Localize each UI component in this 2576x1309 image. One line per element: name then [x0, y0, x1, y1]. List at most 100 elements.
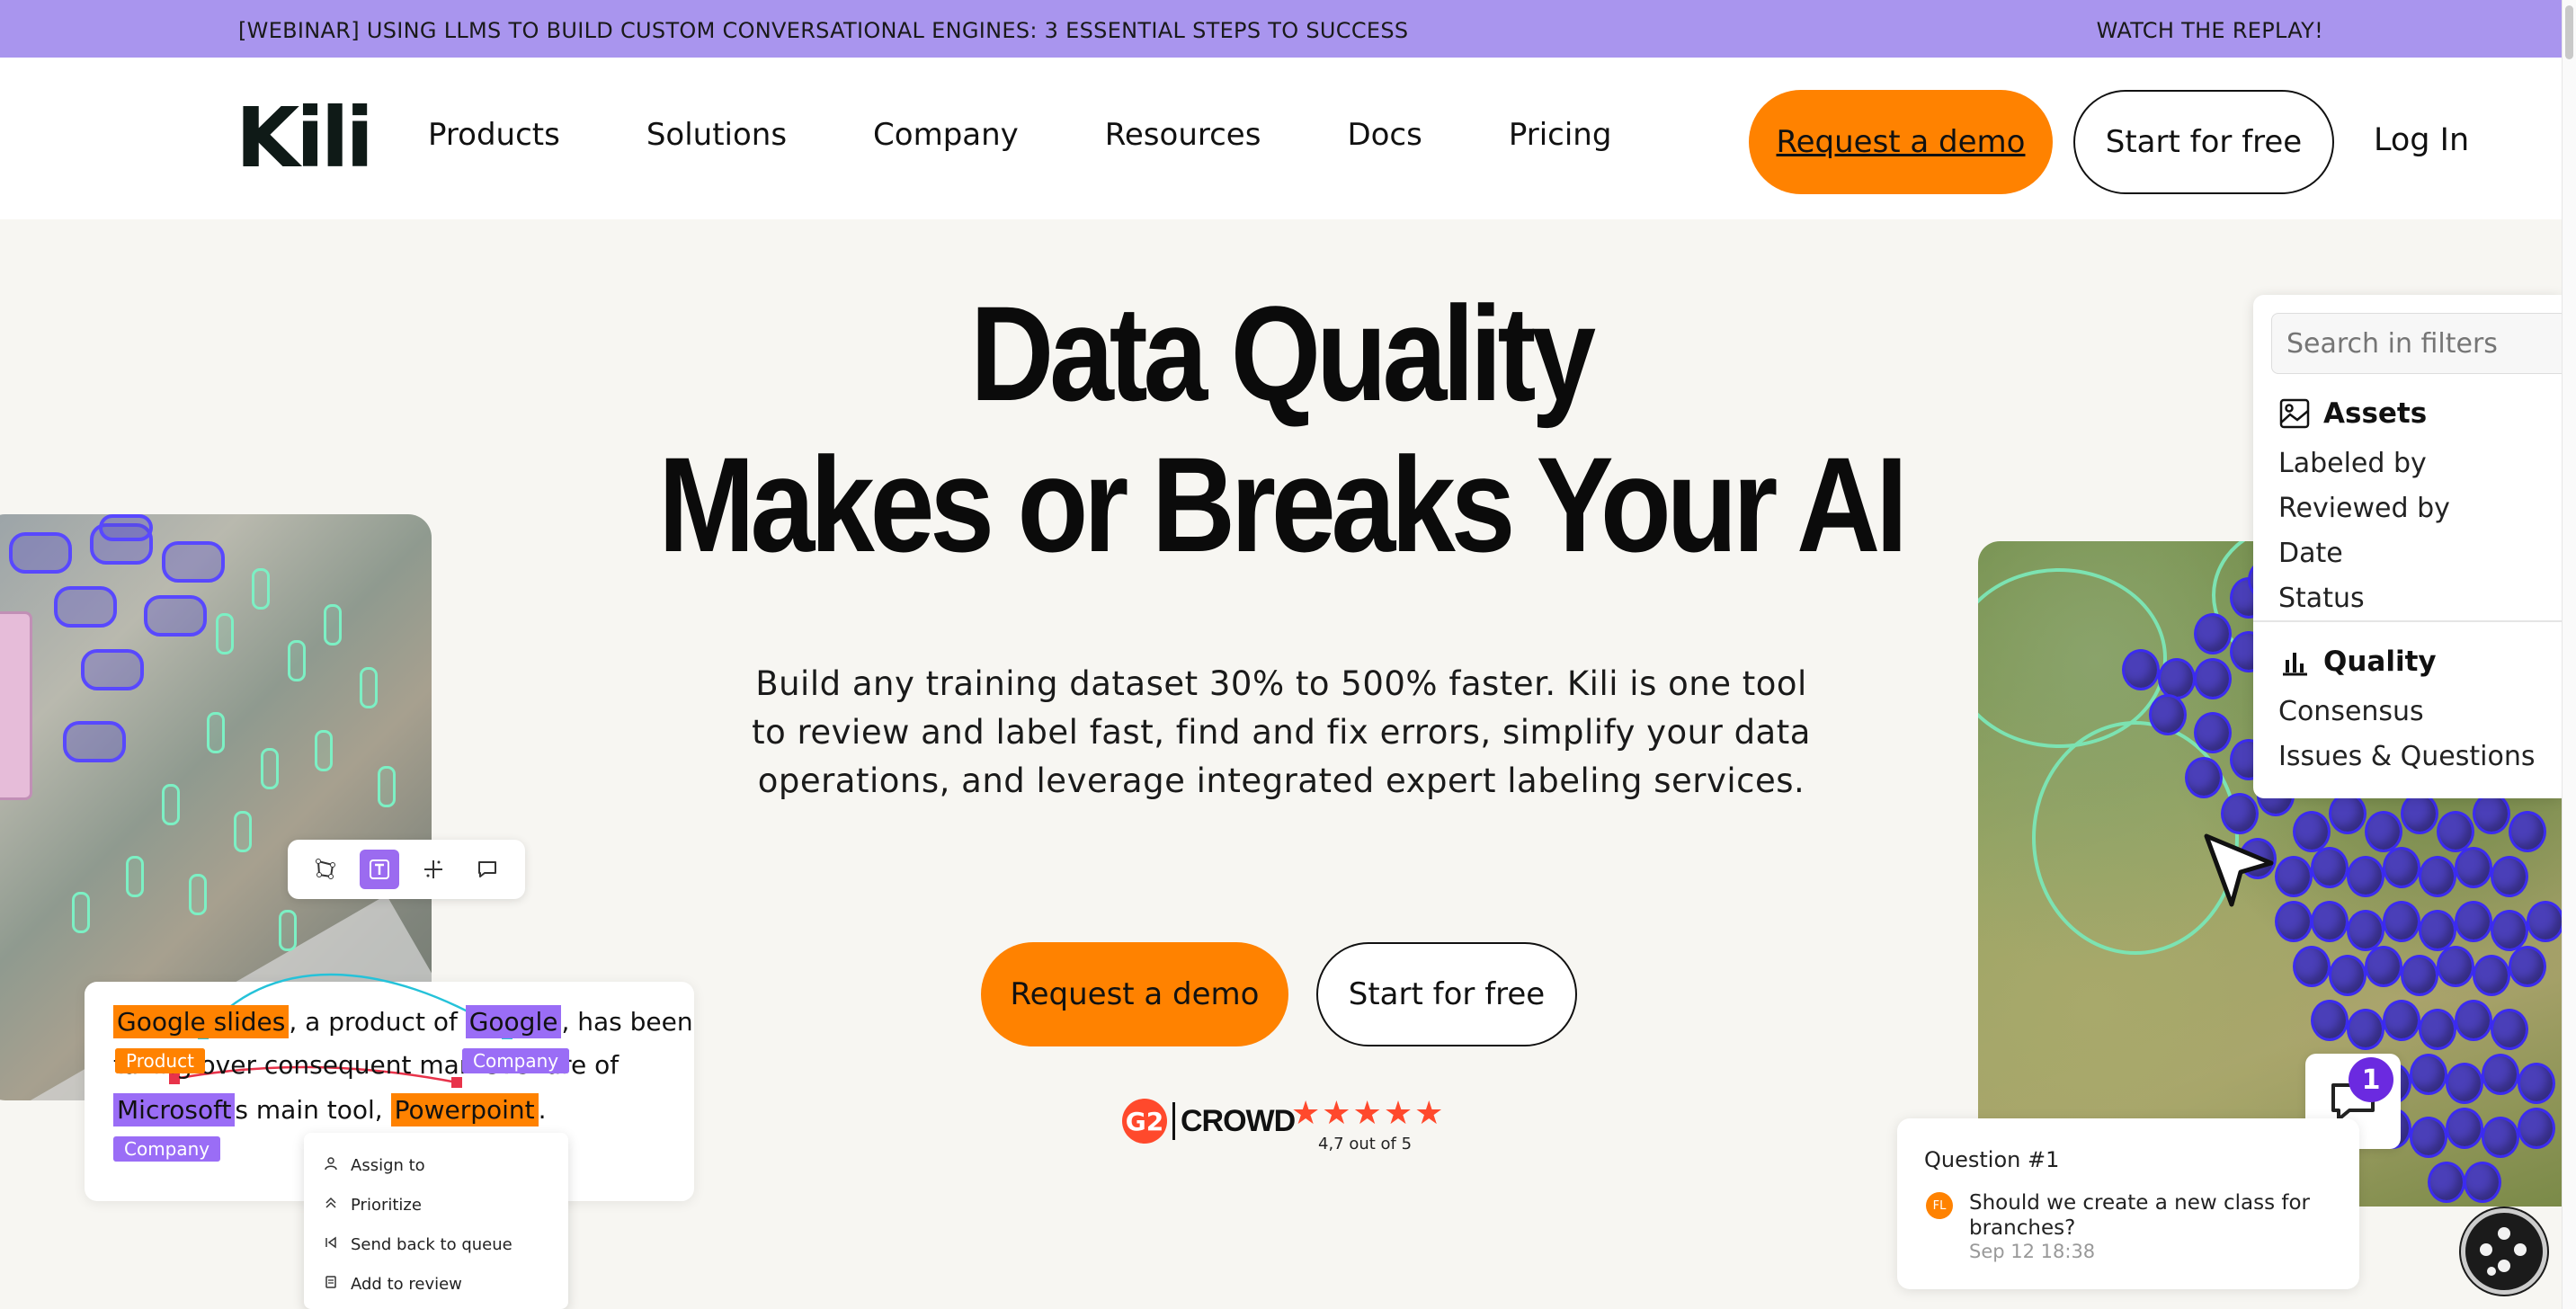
image-icon [2279, 398, 2310, 429]
assets-heading: Assets [2278, 397, 2427, 430]
nav-link-solutions[interactable]: Solutions [646, 117, 787, 153]
g2-icon: G2 [1122, 1099, 1167, 1144]
ner-line-1: Google slides, a product of Google, has … [113, 1005, 693, 1038]
menu-item-prioritize[interactable]: Prioritize [304, 1185, 568, 1224]
grape-annotation [2464, 1162, 2501, 1203]
priority-icon [322, 1196, 340, 1215]
grape-annotation [2347, 856, 2384, 897]
grape-annotation [2491, 856, 2528, 897]
grape-annotation [2491, 1009, 2528, 1050]
grape-annotation [2419, 910, 2456, 951]
grape-annotation [2401, 955, 2438, 996]
filter-date[interactable]: Date [2278, 538, 2343, 569]
grape-annotation [2518, 1063, 2555, 1104]
ner-text-1: , a product of [289, 1007, 466, 1037]
ner-line-3: Microsoft s main tool, Powerpoint. [113, 1093, 547, 1126]
ner-text-4: . [538, 1095, 547, 1125]
comment-tool-icon[interactable] [468, 850, 507, 889]
grape-annotation [2383, 1000, 2420, 1041]
car-annotation [144, 595, 207, 637]
entity-powerpoint[interactable]: Powerpoint [390, 1093, 539, 1126]
entity-google[interactable]: Google [465, 1005, 562, 1038]
grape-annotation [2527, 901, 2563, 942]
cookie-dot [2514, 1243, 2527, 1256]
avatar: FL [1926, 1192, 1953, 1219]
grape-annotation [2275, 901, 2313, 942]
nav-link-resources[interactable]: Resources [1105, 117, 1261, 153]
start-free-button[interactable]: Start for free [2073, 90, 2334, 194]
ner-text-2: , has been [561, 1007, 693, 1037]
menu-item-add-review[interactable]: Add to review [304, 1264, 568, 1304]
grape-annotation [2122, 649, 2160, 690]
filter-status[interactable]: Status [2278, 583, 2365, 614]
grape-annotation [2311, 847, 2349, 888]
question-text: Should we create a new class for branche… [1969, 1191, 2311, 1240]
nav-link-pricing[interactable]: Pricing [1509, 117, 1612, 153]
announcement-banner[interactable]: [WEBINAR] USING LLMS TO BUILD CUSTOM CON… [0, 0, 2562, 58]
pedestrian-annotation [252, 568, 270, 610]
grape-annotation [2491, 910, 2528, 951]
menu-item-assign[interactable]: Assign to [304, 1145, 568, 1185]
grape-annotation [2221, 793, 2259, 834]
question-card: Question #1 FL Should we create a new cl… [1897, 1118, 2359, 1289]
hero-request-demo-button[interactable]: Request a demo [981, 942, 1288, 1046]
question-title: Question #1 [1924, 1147, 2060, 1172]
filter-reviewed-by[interactable]: Reviewed by [2278, 493, 2450, 524]
filter-search-input[interactable] [2271, 313, 2568, 374]
scrollbar-thumb[interactable] [2565, 5, 2573, 59]
pedestrian-annotation [207, 712, 225, 753]
comment-count-badge: 1 [2349, 1057, 2393, 1102]
nav-link-company[interactable]: Company [873, 117, 1019, 153]
grape-annotation [2518, 1108, 2555, 1149]
magic-wand-icon[interactable] [414, 850, 453, 889]
menu-item-label: Assign to [351, 1155, 425, 1175]
filter-consensus[interactable]: Consensus [2278, 696, 2424, 727]
grape-annotation [2446, 1108, 2483, 1149]
tag-product-overlay: Product [115, 1048, 205, 1073]
kili-logo[interactable]: Kili [236, 97, 374, 180]
filter-issues-questions[interactable]: Issues & Questions [2278, 741, 2535, 772]
bus-shape [0, 611, 32, 800]
menu-item-send-back[interactable]: Send back to queue [304, 1224, 568, 1264]
grape-annotation [2383, 847, 2420, 888]
cookie-settings-icon[interactable] [2461, 1208, 2547, 1295]
user-icon [322, 1156, 340, 1175]
hero-title-line1: Data Quality [970, 278, 1596, 429]
grape-annotation [2149, 694, 2187, 735]
cookie-dot [2498, 1260, 2510, 1272]
grape-annotation [2410, 1054, 2447, 1095]
rating-stars: ★★★★★ [1291, 1095, 1446, 1132]
banner-cta-link[interactable]: WATCH THE REPLAY! [2097, 18, 2323, 43]
hero-start-free-button[interactable]: Start for free [1316, 942, 1577, 1046]
entity-microsoft[interactable]: Microsoft [113, 1093, 236, 1126]
filter-divider [2253, 620, 2562, 622]
grape-annotation [2509, 811, 2546, 852]
review-icon [322, 1275, 340, 1294]
g2-separator [1172, 1102, 1175, 1140]
grape-annotation [2293, 946, 2331, 987]
grape-annotation [2473, 793, 2510, 834]
grape-annotation [2455, 901, 2492, 942]
filter-labeled-by[interactable]: Labeled by [2278, 448, 2427, 479]
text-tool-icon[interactable] [360, 850, 399, 889]
pedestrian-annotation [261, 748, 279, 789]
grape-annotation [2401, 793, 2438, 834]
polygon-tool-icon[interactable] [306, 850, 345, 889]
login-link[interactable]: Log In [2374, 122, 2469, 158]
grape-annotation [2329, 955, 2367, 996]
pedestrian-annotation [162, 784, 180, 825]
entity-google-slides[interactable]: Google slides [113, 1005, 290, 1038]
nav-link-products[interactable]: Products [428, 117, 560, 153]
cursor-arrow-icon [2204, 833, 2274, 907]
request-demo-button[interactable]: Request a demo [1749, 90, 2053, 194]
quality-heading: Quality [2278, 646, 2437, 678]
grape-annotation [2347, 1009, 2384, 1050]
top-navigation: Kili Products Solutions Company Resource… [0, 58, 2562, 219]
tag-company-overlay: Company [462, 1048, 570, 1073]
banner-text[interactable]: [WEBINAR] USING LLMS TO BUILD CUSTOM CON… [238, 18, 1408, 43]
nav-link-docs[interactable]: Docs [1347, 117, 1422, 153]
grape-annotation [2482, 1117, 2519, 1158]
grape-annotation [2293, 811, 2331, 852]
page-scrollbar[interactable] [2562, 0, 2576, 1309]
grape-annotation [2311, 1000, 2349, 1041]
